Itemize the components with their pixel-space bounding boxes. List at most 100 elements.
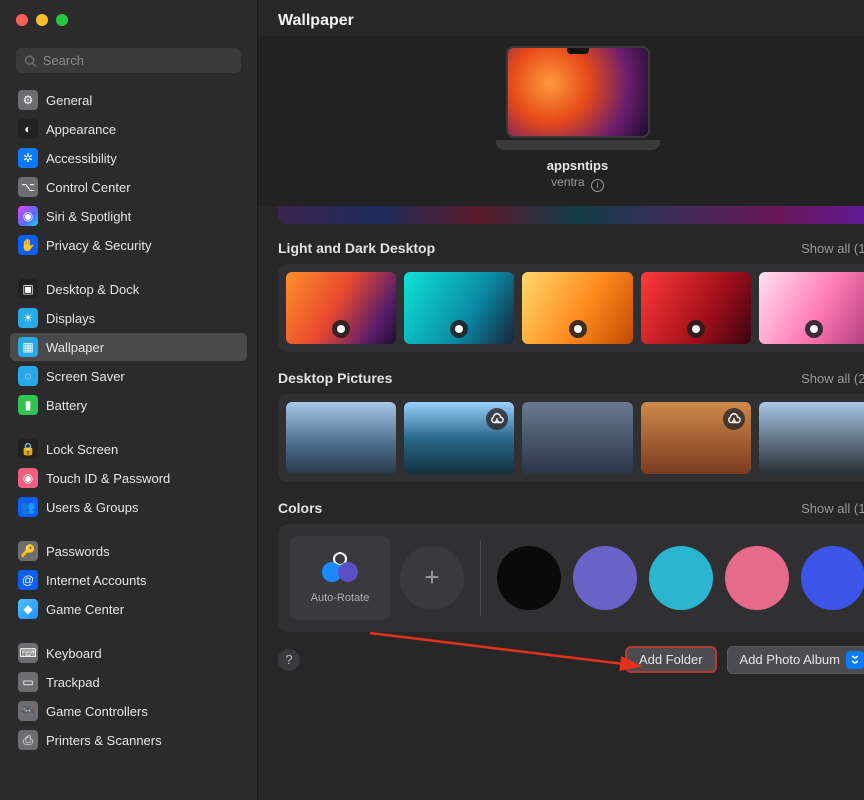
search-input[interactable] (43, 53, 233, 68)
sidebar-item-passwords[interactable]: 🔑Passwords (10, 537, 247, 565)
sidebar-item-label: Wallpaper (46, 340, 104, 355)
picture-thumb[interactable] (404, 402, 514, 474)
sidebar-item-label: Appearance (46, 122, 116, 137)
color-swatch[interactable] (649, 546, 713, 610)
picture-thumb[interactable] (522, 402, 632, 474)
sidebar-item-printers-scanners[interactable]: ⎙Printers & Scanners (10, 726, 247, 754)
sidebar-group-spacer (10, 522, 247, 536)
colors-header: Colors (278, 500, 322, 516)
light-dark-thumb[interactable] (404, 272, 514, 344)
sidebar-item-privacy-security[interactable]: ✋Privacy & Security (10, 231, 247, 259)
screen-saver-icon: ◌ (18, 366, 38, 386)
search-input-container[interactable] (16, 48, 241, 73)
auto-rotate-button[interactable]: Auto-Rotate (290, 536, 390, 620)
sidebar-item-label: Battery (46, 398, 87, 413)
laptop-preview (496, 46, 660, 150)
sidebar-item-wallpaper[interactable]: ▦Wallpaper (10, 333, 247, 361)
game-center-icon: ◆ (18, 599, 38, 619)
picture-thumb[interactable] (759, 402, 864, 474)
close-icon[interactable] (16, 14, 28, 26)
color-swatch[interactable] (801, 546, 864, 610)
sidebar-group-spacer (10, 260, 247, 274)
sidebar-item-label: Accessibility (46, 151, 117, 166)
sidebar-item-desktop-dock[interactable]: ▣Desktop & Dock (10, 275, 247, 303)
printers-icon: ⎙ (18, 730, 38, 750)
add-photo-album-button[interactable]: Add Photo Album (727, 646, 864, 674)
footer: ? Add Folder Add Photo Album (278, 646, 864, 674)
dynamic-icon (687, 320, 705, 338)
dynamic-icon (569, 320, 587, 338)
sidebar-item-label: Trackpad (46, 675, 100, 690)
show-all-colors[interactable]: Show all (19) (801, 501, 864, 516)
sidebar-item-appearance[interactable]: ◐Appearance (10, 115, 247, 143)
color-swatch[interactable] (573, 546, 637, 610)
light-dark-header: Light and Dark Desktop (278, 240, 435, 256)
sidebar-item-battery[interactable]: ▮ Battery (10, 391, 247, 419)
keyboard-icon: ⌨ (18, 643, 38, 663)
sidebar-group-spacer (10, 420, 247, 434)
sidebar-item-label: Game Center (46, 602, 124, 617)
info-icon[interactable]: i (591, 179, 604, 192)
sidebar-item-lock-screen[interactable]: 🔒Lock Screen (10, 435, 247, 463)
pictures-row (278, 394, 864, 482)
sidebar: ⚙ General ◐Appearance ✲ Accessibility ⌥Contro… (0, 0, 258, 800)
color-swatch[interactable] (497, 546, 561, 610)
light-dark-thumb[interactable] (641, 272, 751, 344)
sidebar-item-label: Displays (46, 311, 95, 326)
sidebar-item-label: Siri & Spotlight (46, 209, 131, 224)
wallpaper-name: appsntips (258, 158, 864, 173)
privacy-icon: ✋ (18, 235, 38, 255)
sidebar-item-keyboard[interactable]: ⌨Keyboard (10, 639, 247, 667)
desktop-dock-icon: ▣ (18, 279, 38, 299)
picture-thumb[interactable] (641, 402, 751, 474)
show-all-light-dark[interactable]: Show all (16) (801, 241, 864, 256)
show-all-pictures[interactable]: Show all (20) (801, 371, 864, 386)
desktop-pictures-header: Desktop Pictures (278, 370, 392, 386)
download-icon[interactable] (486, 408, 508, 430)
sidebar-item-displays[interactable]: ☀Displays (10, 304, 247, 332)
sidebar-item-trackpad[interactable]: ▭ Trackpad (10, 668, 247, 696)
sidebar-item-touch-id-password[interactable]: ◉Touch ID & Password (10, 464, 247, 492)
sidebar-item-siri-spotlight[interactable]: ◉Siri & Spotlight (10, 202, 247, 230)
add-color-button[interactable]: + (400, 546, 464, 610)
sidebar-group-spacer (10, 624, 247, 638)
light-dark-row (278, 264, 864, 352)
sidebar-item-internet-accounts[interactable]: @Internet Accounts (10, 566, 247, 594)
sidebar-item-label: Touch ID & Password (46, 471, 170, 486)
dynamic-wallpapers-strip[interactable] (278, 206, 864, 224)
dynamic-icon (332, 320, 350, 338)
battery-icon: ▮ (18, 395, 38, 415)
sidebar-item-users-groups[interactable]: 👥Users & Groups (10, 493, 247, 521)
trackpad-icon: ▭ (18, 672, 38, 692)
separator (480, 540, 481, 616)
light-dark-thumb[interactable] (522, 272, 632, 344)
add-folder-button[interactable]: Add Folder (625, 646, 717, 673)
accessibility-icon: ✲ (18, 148, 38, 168)
minimize-icon[interactable] (36, 14, 48, 26)
color-swatch[interactable] (725, 546, 789, 610)
sidebar-item-accessibility[interactable]: ✲ Accessibility (10, 144, 247, 172)
light-dark-thumb[interactable] (286, 272, 396, 344)
sidebar-item-game-center[interactable]: ◆ Game Center (10, 595, 247, 623)
download-icon[interactable] (723, 408, 745, 430)
auto-rotate-label: Auto-Rotate (311, 592, 370, 604)
sidebar-item-label: General (46, 93, 92, 108)
sidebar-item-screen-saver[interactable]: ◌ Screen Saver (10, 362, 247, 390)
maximize-icon[interactable] (56, 14, 68, 26)
gear-icon: ⚙ (18, 90, 38, 110)
users-groups-icon: 👥 (18, 497, 38, 517)
picture-thumb[interactable] (286, 402, 396, 474)
sidebar-item-label: Screen Saver (46, 369, 125, 384)
sidebar-item-control-center[interactable]: ⌥Control Center (10, 173, 247, 201)
page-title: Wallpaper (258, 0, 864, 36)
content: Wallpaper appsntips ventra i Light and D… (258, 0, 864, 800)
sidebar-item-game-controllers[interactable]: 🎮Game Controllers (10, 697, 247, 725)
colors-row: Auto-Rotate + (278, 524, 864, 632)
help-button[interactable]: ? (278, 649, 300, 671)
sidebar-item-general[interactable]: ⚙ General (10, 86, 247, 114)
wallpaper-preview: appsntips ventra i (258, 36, 864, 206)
chevron-down-icon (846, 651, 864, 669)
window-controls (0, 0, 257, 40)
wallpaper-sub: ventra i (258, 175, 864, 192)
light-dark-thumb[interactable] (759, 272, 864, 344)
